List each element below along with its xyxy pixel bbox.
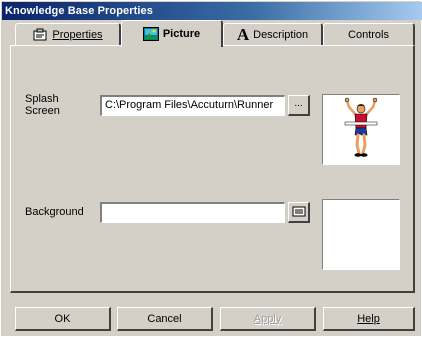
picture-icon [142,27,159,41]
tab-controls-label: Controls [348,28,389,41]
tab-properties[interactable]: Properties [15,23,121,45]
window-title: Knowledge Base Properties [5,5,153,17]
runner-icon [344,97,378,157]
splash-screen-label: Splash Screen [25,93,60,117]
tab-description[interactable]: A Description [223,23,323,45]
apply-button: Apply [220,307,316,331]
picture-tab-panel: Splash Screen C:\Program Files\Accuturn\… [10,45,415,293]
description-icon: A [236,24,250,44]
background-preview [322,199,400,270]
cancel-button[interactable]: Cancel [117,307,213,331]
cancel-label: Cancel [147,312,182,325]
tab-properties-label: Properties [52,28,103,41]
dialog-window: Knowledge Base Properties Properties Pic… [0,0,422,337]
background-label: Background [25,206,84,218]
tab-controls[interactable]: Controls [323,23,415,45]
splash-screen-path-field[interactable]: C:\Program Files\Accuturn\Runner [100,95,285,116]
background-browse-button[interactable] [288,202,310,223]
apply-label: Apply [253,312,282,325]
ok-label: OK [54,312,71,325]
tab-picture[interactable]: Picture [121,20,223,47]
folder-icon [292,206,305,217]
background-path-field[interactable] [100,202,285,223]
help-label: Help [357,312,380,325]
tab-description-label: Description [253,28,309,41]
splash-browse-button[interactable]: ... [288,95,310,116]
properties-icon [32,28,48,42]
browse-label: ... [294,98,303,109]
ok-button[interactable]: OK [15,307,111,331]
title-bar: Knowledge Base Properties [2,2,422,20]
help-button[interactable]: Help [323,307,415,331]
tab-picture-label: Picture [162,28,201,40]
splash-preview [322,94,400,165]
